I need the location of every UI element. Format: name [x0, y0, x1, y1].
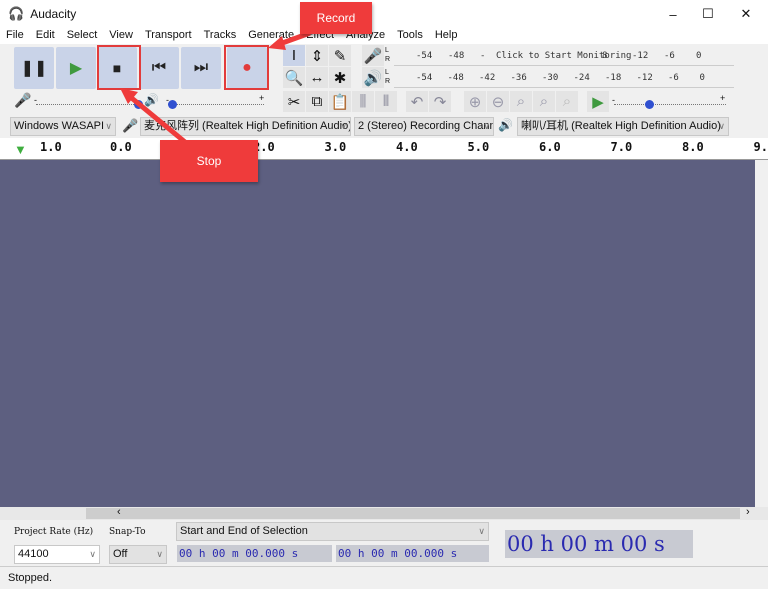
project-rate-select[interactable]: 44100∨: [14, 545, 100, 564]
annotation-arrows: [0, 0, 768, 200]
project-rate-label: Project Rate (Hz): [14, 527, 93, 537]
vertical-scrollbar[interactable]: [755, 160, 768, 507]
selection-mode-select[interactable]: Start and End of Selection∨: [176, 522, 489, 541]
stop-arrow: [128, 95, 185, 142]
selection-end-time[interactable]: 00 h 00 m 00.000 s: [336, 545, 489, 562]
audio-position-time[interactable]: 00 h 00 m 00 s: [505, 530, 693, 558]
horizontal-scrollbar[interactable]: ‹ ›: [0, 507, 768, 520]
scroll-left-button[interactable]: ‹: [117, 506, 121, 518]
track-area[interactable]: [0, 160, 755, 507]
stop-callout: Stop: [160, 140, 258, 182]
snap-to-label: Snap-To: [109, 527, 146, 537]
record-arrow-head: [268, 36, 286, 50]
selection-start-time[interactable]: 00 h 00 m 00.000 s: [177, 545, 332, 562]
status-text: Stopped.: [8, 572, 52, 584]
status-bar: Stopped.: [0, 566, 768, 588]
scrollbar-thumb[interactable]: [86, 508, 740, 519]
snap-to-select[interactable]: Off∨: [109, 545, 167, 564]
scroll-right-button[interactable]: ›: [746, 506, 750, 518]
record-callout: Record: [300, 2, 372, 34]
